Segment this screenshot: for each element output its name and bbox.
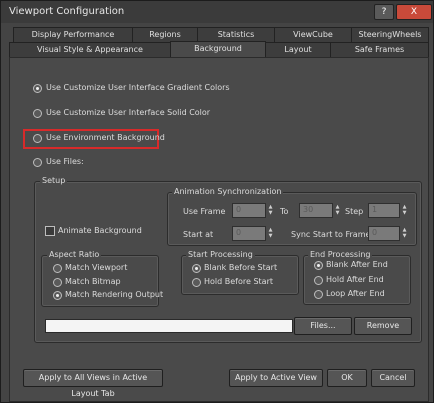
blank-after-end-label: Blank After End — [326, 260, 388, 269]
files-radio[interactable] — [33, 158, 42, 167]
end-processing-label: End Processing — [308, 250, 373, 259]
start-at-label: Start at — [183, 230, 214, 239]
loop-after-end-label: Loop After End — [326, 289, 385, 298]
viewport-configuration-dialog: Viewport Configuration ? X Display Perfo… — [0, 0, 434, 403]
tab-viewcube[interactable]: ViewCube — [274, 27, 352, 42]
gradient-radio[interactable] — [33, 84, 42, 93]
tab-steeringwheels[interactable]: SteeringWheels — [351, 27, 429, 42]
tab-display-performance[interactable]: Display Performance — [13, 27, 133, 42]
match-viewport-label: Match Viewport — [65, 263, 128, 272]
animate-background-label: Animate Background — [58, 226, 142, 235]
start-processing-label: Start Processing — [186, 250, 255, 259]
blank-before-start-radio[interactable] — [192, 264, 201, 273]
cancel-button[interactable]: Cancel — [371, 369, 415, 387]
start-processing-group — [181, 255, 299, 295]
file-path-field[interactable] — [45, 319, 293, 333]
files-label: Use Files: — [46, 157, 84, 166]
match-rendering-label: Match Rendering Output — [65, 290, 164, 299]
start-at-value: 0 — [236, 228, 242, 237]
gradient-label: Use Customize User Interface Gradient Co… — [46, 83, 230, 92]
use-frame-label: Use Frame — [183, 207, 226, 216]
to-value: 30 — [303, 205, 314, 214]
sync-start-spinner[interactable]: 0 ▲ ▼ — [368, 226, 406, 241]
use-frame-value: 0 — [236, 205, 242, 214]
animate-background-checkbox[interactable] — [45, 226, 55, 236]
step-label: Step — [345, 207, 364, 216]
close-button[interactable]: X — [396, 4, 432, 20]
window-title: Viewport Configuration — [9, 6, 125, 17]
match-bitmap-label: Match Bitmap — [65, 277, 121, 286]
spinner-arrows-icon[interactable]: ▲ ▼ — [267, 204, 274, 217]
spinner-arrows-icon[interactable]: ▲ ▼ — [401, 227, 408, 240]
ok-button[interactable]: OK — [327, 369, 367, 387]
aspect-ratio-label: Aspect Ratio — [47, 250, 102, 259]
apply-all-views-button[interactable]: Apply to All Views in Active Layout Tab — [23, 369, 163, 398]
hold-before-start-label: Hold Before Start — [204, 277, 273, 286]
environment-radio[interactable] — [33, 134, 42, 143]
hold-before-start-radio[interactable] — [192, 278, 201, 287]
blank-after-end-radio[interactable] — [314, 261, 323, 270]
files-button[interactable]: Files... — [294, 317, 352, 335]
solid-color-radio[interactable] — [33, 109, 42, 118]
match-rendering-radio[interactable] — [53, 291, 62, 300]
step-spinner[interactable]: 1 ▲ ▼ — [368, 203, 406, 218]
blank-before-start-label: Blank Before Start — [204, 263, 278, 272]
title-bar: Viewport Configuration ? X — [1, 1, 433, 23]
sync-start-label: Sync Start to Frame — [291, 230, 371, 239]
tab-layout[interactable]: Layout — [265, 42, 331, 57]
spinner-arrows-icon[interactable]: ▲ ▼ — [334, 204, 341, 217]
spinner-arrows-icon[interactable]: ▲ ▼ — [401, 204, 408, 217]
animation-sync-label: Animation Synchronization — [172, 187, 284, 196]
start-at-spinner[interactable]: 0 ▲ ▼ — [232, 226, 272, 241]
match-bitmap-radio[interactable] — [53, 278, 62, 287]
hold-after-end-radio[interactable] — [314, 276, 323, 285]
help-button[interactable]: ? — [374, 4, 394, 20]
solid-color-label: Use Customize User Interface Solid Color — [46, 108, 211, 117]
tab-statistics[interactable]: Statistics — [197, 27, 275, 42]
setup-label: Setup — [40, 176, 68, 185]
spinner-arrows-icon[interactable]: ▲ ▼ — [267, 227, 274, 240]
tab-background[interactable]: Background — [170, 41, 266, 57]
to-spinner[interactable]: 30 ▲ ▼ — [299, 203, 339, 218]
environment-label: Use Environment Background — [46, 133, 165, 142]
loop-after-end-radio[interactable] — [314, 290, 323, 299]
tab-safe-frames[interactable]: Safe Frames — [330, 42, 429, 57]
hold-after-end-label: Hold After End — [326, 275, 384, 284]
sync-start-value: 0 — [372, 228, 378, 237]
step-value: 1 — [372, 205, 378, 214]
tab-regions[interactable]: Regions — [132, 27, 198, 42]
match-viewport-radio[interactable] — [53, 264, 62, 273]
to-label: To — [280, 207, 289, 216]
remove-button[interactable]: Remove — [354, 317, 412, 335]
tab-visual-style[interactable]: Visual Style & Appearance — [9, 42, 171, 57]
apply-active-view-button[interactable]: Apply to Active View — [229, 369, 323, 387]
use-frame-spinner[interactable]: 0 ▲ ▼ — [232, 203, 272, 218]
